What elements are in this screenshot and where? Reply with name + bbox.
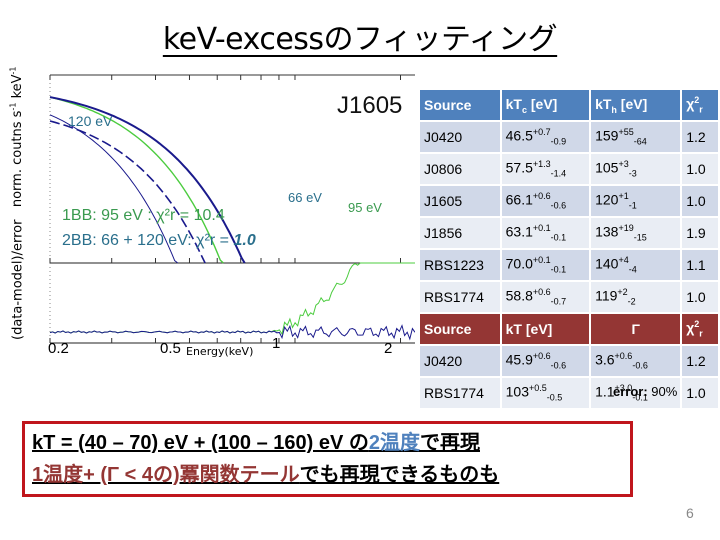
fit-result-2bb: 2BB: 66 + 120 eV: χ²r = 1.0	[62, 232, 256, 249]
x-tick-label: 0.2	[48, 340, 69, 357]
cell-source: RBS1774	[420, 282, 500, 312]
x-tick-label: 1	[272, 335, 281, 352]
cell-kth: 159+55-64	[591, 122, 681, 152]
x-tick-label: 2	[384, 340, 393, 357]
header-chi2: χ2r	[682, 90, 718, 120]
curve-label-95ev: 95 eV	[348, 200, 382, 215]
cell-source: J0806	[420, 154, 500, 184]
cell-kt: 103+0.5-0.5	[501, 378, 590, 408]
cell-ktc: 63.1+0.1-0.1	[501, 218, 590, 248]
cell-source: J1856	[420, 218, 500, 248]
cell-source: J0420	[420, 346, 500, 376]
header-gamma: Γ	[591, 314, 681, 344]
cell-source: J1605	[420, 186, 500, 216]
cell-chi2: 1.1	[682, 250, 718, 280]
y-axis-label-flux: norm. coutns s-1 keV-1	[9, 66, 26, 208]
x-tick-label: 0.5	[160, 340, 181, 357]
table-row: J0420 46.5+0.7-0.9 159+55-64 1.2	[420, 122, 718, 152]
x-axis-label: Energy(keV)	[186, 345, 254, 358]
cell-chi2: 1.0	[682, 154, 718, 184]
plot-source-label: J1605	[337, 92, 403, 119]
fit-result-1bb: 1BB: 95 eV : χ²r = 10.4	[62, 207, 225, 224]
cell-source: J0420	[420, 122, 500, 152]
summary-line-1: kT = (40 – 70) eV + (100 – 160) eV の2温度で…	[32, 432, 480, 454]
cell-source: RBS1774	[420, 378, 500, 408]
cell-ktc: 70.0+0.1-0.1	[501, 250, 590, 280]
fit-results-table: Source kTc [eV] kTh [eV] χ2r J0420 46.5+0…	[418, 88, 720, 410]
curve-label-66ev: 66 eV	[288, 190, 322, 205]
table-header-2bb: Source kTc [eV] kTh [eV] χ2r	[420, 90, 718, 120]
header-chi2: χ2r	[682, 314, 718, 344]
header-source: Source	[420, 314, 500, 344]
table-row: J0420 45.9+0.6-0.6 3.6+0.6-0.6 1.2	[420, 346, 718, 376]
header-source: Source	[420, 90, 500, 120]
header-ktc: kTc [eV]	[501, 90, 590, 120]
curve-label-120ev: 120 eV	[68, 113, 113, 129]
slide-title: keV-excessのフィッティング	[162, 22, 558, 57]
table-row: J1856 63.1+0.1-0.1 138+19-15 1.9	[420, 218, 718, 248]
cell-chi2: 1.0	[682, 282, 718, 312]
table-row: J1605 66.1+0.6-0.6 120+1-1 1.0	[420, 186, 718, 216]
y-axis-label: (data-model)/error norm. coutns s-1 keV-…	[9, 66, 29, 340]
cell-gamma: 3.6+0.6-0.6	[591, 346, 681, 376]
y-axis-label-residual: (data-model)/error	[10, 219, 26, 340]
table-header-pl: Source kT [eV] Γ χ2r	[420, 314, 718, 344]
residual-1bb	[49, 262, 415, 336]
residual-2bb	[49, 324, 415, 341]
cell-chi2: 1.0	[682, 186, 718, 216]
cell-ktc: 66.1+0.6-0.6	[501, 186, 590, 216]
cell-kth: 120+1-1	[591, 186, 681, 216]
cell-source: RBS1223	[420, 250, 500, 280]
summary-line-2: 1温度+ (Γ < 4の)冪関数テールでも再現できるものも	[32, 464, 500, 486]
table-row: RBS1223 70.0+0.1-0.1 140+4-4 1.1	[420, 250, 718, 280]
cell-chi2: 1.2	[682, 346, 718, 376]
cell-ktc: 57.5+1.3-1.4	[501, 154, 590, 184]
header-kt: kT [eV]	[501, 314, 590, 344]
header-kth: kTh [eV]	[591, 90, 681, 120]
table-row: J0806 57.5+1.3-1.4 105+3-3 1.0	[420, 154, 718, 184]
cell-ktc: 46.5+0.7-0.9	[501, 122, 590, 152]
cell-kth: 138+19-15	[591, 218, 681, 248]
error-note: error: 90%	[613, 384, 678, 399]
cell-chi2: 1.2	[682, 122, 718, 152]
cell-kth: 105+3-3	[591, 154, 681, 184]
page-number: 6	[686, 505, 694, 521]
cell-kth: 119+2-2	[591, 282, 681, 312]
cell-kt: 45.9+0.6-0.6	[501, 346, 590, 376]
cell-chi2: 1.9	[682, 218, 718, 248]
table-row: RBS1774 58.8+0.6-0.7 119+2-2 1.0	[420, 282, 718, 312]
cell-ktc: 58.8+0.6-0.7	[501, 282, 590, 312]
cell-chi2: 1.0	[682, 378, 718, 408]
cell-kth: 140+4-4	[591, 250, 681, 280]
